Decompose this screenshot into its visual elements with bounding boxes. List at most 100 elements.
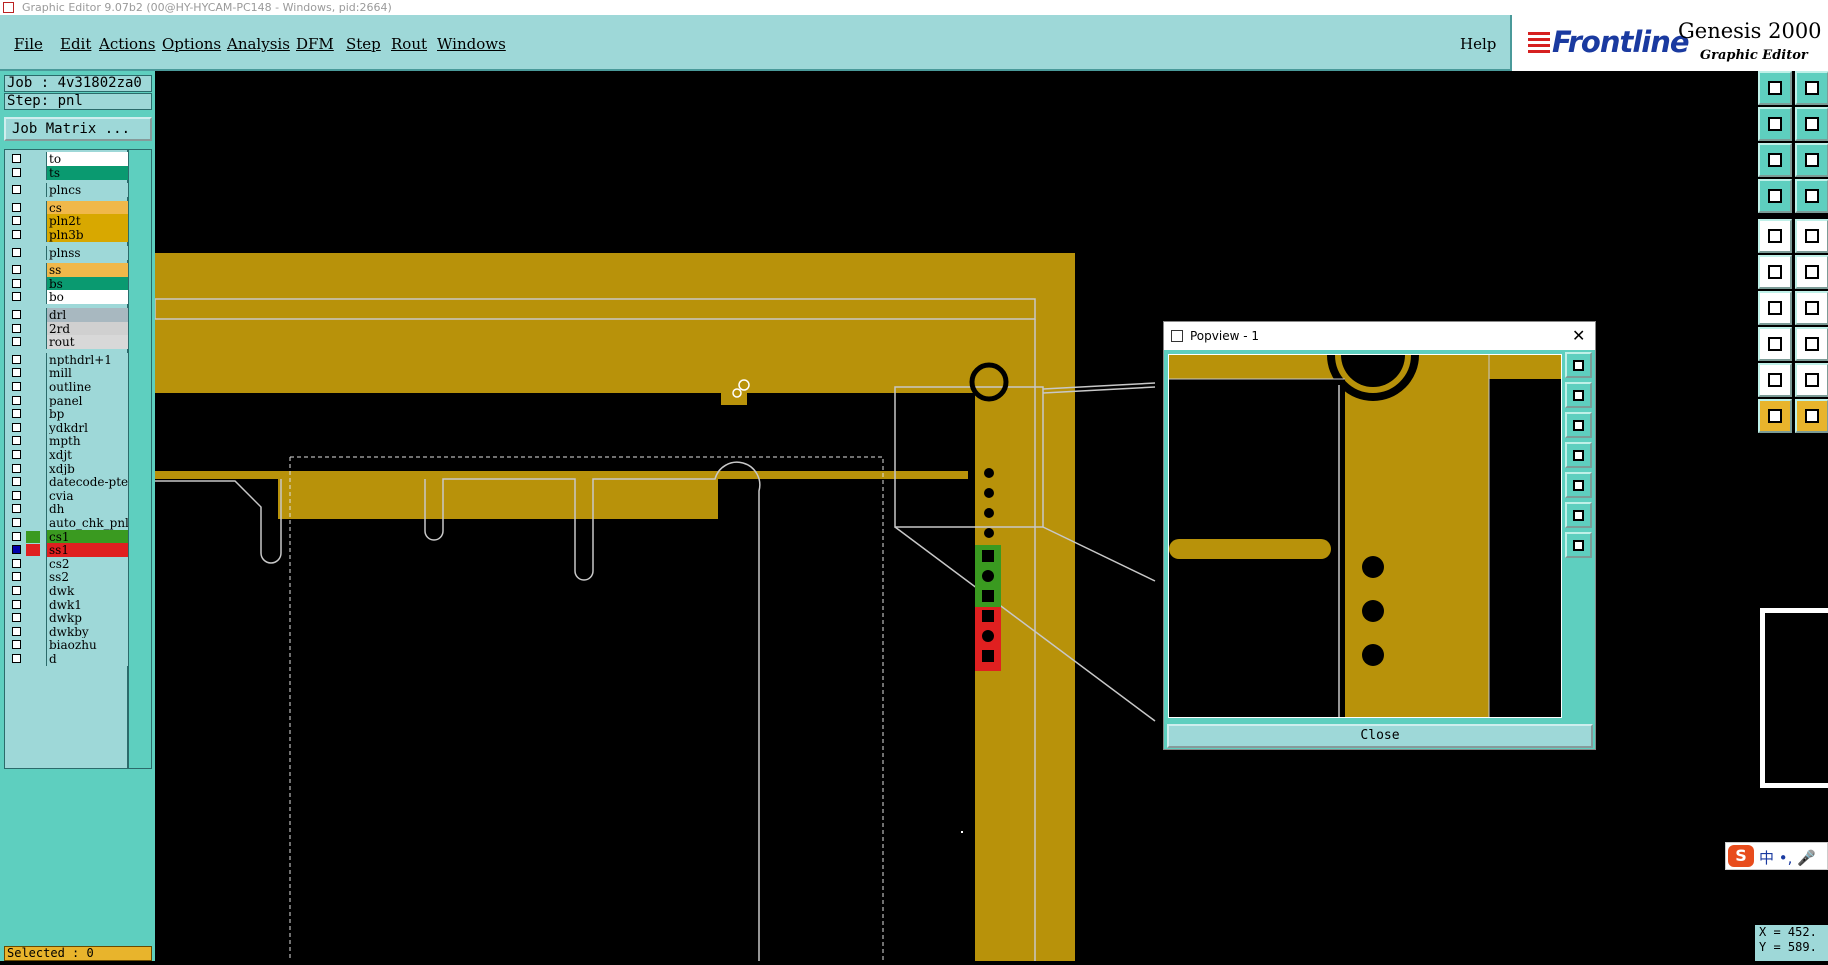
- cross-button[interactable]: [1795, 255, 1828, 289]
- layer-row[interactable]: drl: [9, 308, 131, 322]
- layer-checkbox[interactable]: [12, 368, 21, 378]
- layer-row[interactable]: plnss: [9, 245, 131, 260]
- layer-checkbox[interactable]: [12, 422, 21, 432]
- layer-row[interactable]: biaozhu: [9, 638, 131, 653]
- menu-windows[interactable]: Windows: [437, 35, 506, 53]
- layer-name[interactable]: dwkp: [46, 611, 131, 626]
- layer-row[interactable]: ydkdrl: [9, 420, 131, 435]
- layer-name[interactable]: ss2: [46, 570, 131, 585]
- layer-name[interactable]: ss: [46, 263, 131, 278]
- layer-row[interactable]: cs2: [9, 556, 131, 571]
- measure-button[interactable]: [1795, 219, 1828, 253]
- dash-button[interactable]: [1795, 327, 1828, 361]
- layer-row[interactable]: xdjb: [9, 461, 131, 476]
- layer-row[interactable]: bs: [9, 276, 131, 291]
- layer-checkbox[interactable]: [12, 278, 21, 288]
- menu-options[interactable]: Options: [162, 35, 221, 53]
- layer-row[interactable]: dh: [9, 502, 131, 517]
- layer-name[interactable]: bp: [46, 407, 131, 422]
- layer-checkbox[interactable]: [12, 436, 21, 446]
- layer-name[interactable]: bs: [46, 276, 131, 291]
- zoom-in-button[interactable]: [1758, 107, 1792, 141]
- layer-name[interactable]: plncs: [46, 183, 131, 198]
- layer-name[interactable]: dwk: [46, 584, 131, 598]
- menu-analysis[interactable]: Analysis: [227, 35, 290, 53]
- layer-row[interactable]: ss2: [9, 570, 131, 585]
- popview-zoom-out-button[interactable]: [1565, 412, 1592, 438]
- layer-checkbox[interactable]: [12, 202, 21, 212]
- zoom-out-button[interactable]: [1795, 107, 1828, 141]
- layer-row[interactable]: auto_chk_pnl: [9, 516, 131, 530]
- layer-name[interactable]: mpth: [46, 434, 131, 449]
- fit-view-button[interactable]: [1758, 143, 1792, 177]
- line-button[interactable]: [1795, 291, 1828, 325]
- layer-name[interactable]: dwk1: [46, 597, 131, 612]
- popview-zoom-fit-button[interactable]: [1565, 352, 1592, 378]
- ime-toolbar[interactable]: S 中 •, 🎤: [1725, 842, 1828, 870]
- layer-checkbox[interactable]: [12, 247, 21, 257]
- layer-checkbox[interactable]: [12, 230, 21, 239]
- layer-row[interactable]: pln2t: [9, 214, 131, 229]
- layer-row[interactable]: ss: [9, 263, 131, 278]
- layer-row[interactable]: dwkby: [9, 624, 131, 639]
- layer-name[interactable]: 2rd: [46, 321, 131, 336]
- layer-list-scrollbar[interactable]: [128, 149, 152, 769]
- zoom-back-button[interactable]: [1795, 71, 1828, 105]
- zoom-home-button[interactable]: [1758, 71, 1792, 105]
- layer-checkbox[interactable]: [12, 310, 21, 319]
- layer-row[interactable]: datecode-pte: [9, 475, 131, 490]
- layer-name[interactable]: xdjb: [46, 461, 131, 476]
- layer-checkbox[interactable]: [12, 167, 21, 177]
- layer-checkbox[interactable]: [12, 626, 21, 636]
- layer-name[interactable]: drl: [46, 308, 131, 322]
- layer-row[interactable]: to: [9, 152, 131, 166]
- layer-checkbox[interactable]: [12, 558, 21, 568]
- layer-checkbox[interactable]: [12, 572, 21, 582]
- layer-row[interactable]: d: [9, 652, 131, 666]
- pointer-red-button[interactable]: [1795, 399, 1828, 433]
- layer-checkbox[interactable]: [12, 477, 21, 487]
- layer-checkbox[interactable]: [12, 185, 21, 195]
- layer-name[interactable]: plnss: [46, 245, 131, 260]
- layer-name[interactable]: pln2t: [46, 214, 131, 229]
- layer-name[interactable]: xdjt: [46, 448, 131, 462]
- popview-view[interactable]: [1168, 323, 1562, 718]
- layer-checkbox[interactable]: [12, 586, 21, 595]
- layer-name[interactable]: dwkby: [46, 624, 131, 639]
- layer-checkbox[interactable]: [12, 450, 21, 459]
- layer-row[interactable]: outline: [9, 380, 131, 394]
- job-matrix-button[interactable]: Job Matrix ...: [4, 117, 152, 141]
- layer-checkbox[interactable]: [12, 354, 21, 364]
- layer-row[interactable]: cs: [9, 200, 131, 215]
- layer-name[interactable]: cs1: [46, 529, 131, 544]
- popview-close-button[interactable]: Close: [1167, 724, 1593, 748]
- triangle-button[interactable]: [1758, 363, 1792, 397]
- layer-checkbox[interactable]: [12, 323, 21, 333]
- layer-checkbox[interactable]: [12, 654, 21, 663]
- popview-pan-right-button[interactable]: [1565, 472, 1592, 498]
- menu-file[interactable]: File: [14, 35, 43, 53]
- layer-row[interactable]: ss1: [9, 543, 131, 558]
- layer-name[interactable]: auto_chk_pnl: [46, 516, 131, 530]
- layer-row[interactable]: npthdrl+1: [9, 352, 131, 367]
- layer-name[interactable]: to: [46, 152, 131, 166]
- pointer-button[interactable]: [1758, 399, 1792, 433]
- menu-step[interactable]: Step: [346, 35, 381, 53]
- layer-checkbox[interactable]: [12, 292, 21, 302]
- popview-zoom-in-button[interactable]: [1565, 382, 1592, 408]
- layer-name[interactable]: rout: [46, 335, 131, 350]
- layer-name[interactable]: cvia: [46, 488, 131, 503]
- warning-button[interactable]: [1795, 363, 1828, 397]
- select-feature-button[interactable]: [1758, 219, 1792, 253]
- layer-checkbox[interactable]: [12, 531, 21, 541]
- layer-row[interactable]: dwk1: [9, 597, 131, 612]
- layer-name[interactable]: panel: [46, 393, 131, 408]
- layer-name[interactable]: ydkdrl: [46, 420, 131, 435]
- layer-checkbox[interactable]: [12, 640, 21, 650]
- layer-row[interactable]: plncs: [9, 183, 131, 198]
- grid-button[interactable]: [1795, 179, 1828, 213]
- layer-checkbox[interactable]: [12, 382, 21, 391]
- layer-checkbox[interactable]: [12, 216, 21, 226]
- layer-row[interactable]: bo: [9, 290, 131, 305]
- popview-pan-left-button[interactable]: [1565, 442, 1592, 468]
